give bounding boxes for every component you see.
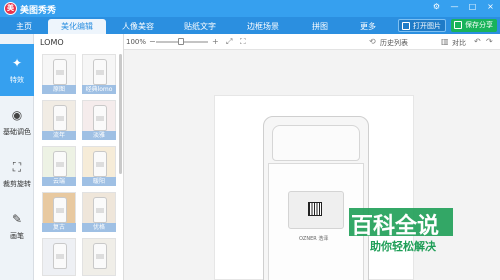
thumb-image	[93, 243, 107, 269]
title-bar: 美 美图秀秀 ⚙ — □ ×	[0, 0, 500, 17]
tool-crop-rotate[interactable]: ⛶ 裁剪旋转	[0, 148, 34, 200]
tool-label: 裁剪旋转	[3, 180, 31, 188]
effect-category-select[interactable]: LOMO	[40, 38, 64, 47]
canvas-toolbar: 100% − + ⤢ ⛶ ⟲ 历史列表 ▥ 对比 ↶ ↷	[124, 34, 500, 50]
save-share-button[interactable]: 保存分享	[451, 19, 497, 32]
watermark-main-text: 百科全说	[351, 214, 440, 239]
qr-code-icon	[308, 202, 322, 216]
crop-icon: ⛶	[12, 160, 22, 174]
magic-wand-icon: ✦	[11, 56, 23, 70]
maximize-icon[interactable]: □	[467, 2, 478, 11]
effect-label: 淡雅	[82, 131, 116, 140]
effect-label: 复古	[42, 223, 76, 232]
thumb-image	[93, 105, 107, 131]
effect-thumb[interactable]	[42, 238, 76, 276]
zoom-slider-knob[interactable]	[178, 38, 184, 45]
open-image-label: 打开图片	[413, 22, 441, 30]
zoom-out-icon[interactable]: −	[149, 37, 156, 46]
main-nav: 主页 美化编辑 人像美容 贴纸文字 边框场景 拼图 更多 打开图片 保存分享	[0, 17, 500, 34]
tab-sticker-text[interactable]: 贴纸文字	[170, 19, 230, 34]
thumb-image	[53, 151, 67, 177]
thumb-image	[53, 59, 67, 85]
save-share-label: 保存分享	[465, 21, 493, 29]
watermark: 百科全说 助你轻松解决	[349, 204, 453, 256]
tab-frame-scene[interactable]: 边框场景	[232, 19, 294, 34]
image-icon	[402, 22, 410, 30]
effects-panel: LOMO 原图 经典lomo 流年 淡雅 云端 暖阳 复古 优格	[34, 34, 124, 280]
open-image-button[interactable]: 打开图片	[398, 19, 446, 32]
compare-icon: ▥	[441, 37, 449, 46]
zoom-level: 100%	[126, 38, 147, 46]
compare-button[interactable]: 对比	[452, 38, 466, 48]
effect-label: 云端	[42, 177, 76, 186]
fit-screen-icon[interactable]: ⤢	[226, 37, 232, 47]
redo-icon[interactable]: ↷	[486, 37, 493, 46]
thumb-image	[93, 197, 107, 223]
app-title: 美图秀秀	[20, 6, 57, 16]
tab-beautify-edit[interactable]: 美化编辑	[48, 19, 106, 34]
undo-icon[interactable]: ↶	[474, 37, 481, 46]
effect-label: 原图	[42, 85, 76, 94]
thumb-image	[93, 59, 107, 85]
settings-icon[interactable]: ⚙	[431, 2, 442, 11]
tool-label: 特效	[10, 76, 24, 84]
app-logo: 美	[4, 2, 17, 15]
effect-label: 暖阳	[82, 177, 116, 186]
thumb-image	[53, 243, 67, 269]
thumb-image	[53, 197, 67, 223]
tool-effects[interactable]: ✦ 特效	[0, 44, 34, 96]
tool-sidebar: ✦ 特效 ◉ 基础调色 ⛶ 裁剪旋转 ✎ 画笔	[0, 34, 34, 280]
zoom-in-icon[interactable]: +	[212, 37, 219, 46]
zoom-slider[interactable]	[156, 38, 208, 45]
tool-label: 画笔	[10, 232, 24, 240]
tab-collage[interactable]: 拼图	[296, 19, 344, 34]
close-icon[interactable]: ×	[485, 2, 496, 11]
tab-home[interactable]: 主页	[2, 19, 46, 34]
watermark-sub-text: 助你轻松解决	[370, 240, 436, 253]
history-icon: ⟲	[369, 37, 376, 46]
palette-icon: ◉	[11, 108, 23, 122]
brush-icon: ✎	[11, 212, 23, 226]
tab-portrait[interactable]: 人像美容	[108, 19, 168, 34]
tool-basic-color[interactable]: ◉ 基础调色	[0, 96, 34, 148]
tool-brush[interactable]: ✎ 画笔	[0, 200, 34, 252]
tab-more[interactable]: 更多	[346, 19, 390, 34]
effect-label: 经典lomo	[82, 85, 116, 94]
thumb-image	[93, 151, 107, 177]
tool-label: 基础调色	[3, 128, 31, 136]
effect-label: 流年	[42, 131, 76, 140]
save-icon	[454, 21, 462, 29]
panel-scrollbar[interactable]	[119, 54, 122, 174]
product-brand: OZNER 浩泽	[299, 236, 329, 242]
thumb-image	[53, 105, 67, 131]
product-top	[272, 125, 360, 161]
window-controls: ⚙ — □ ×	[431, 2, 496, 11]
effect-thumb[interactable]	[82, 238, 116, 276]
history-list-button[interactable]: 历史列表	[380, 38, 408, 48]
effect-label: 优格	[82, 223, 116, 232]
minimize-icon[interactable]: —	[449, 2, 460, 11]
actual-size-icon[interactable]: ⛶	[240, 37, 246, 47]
